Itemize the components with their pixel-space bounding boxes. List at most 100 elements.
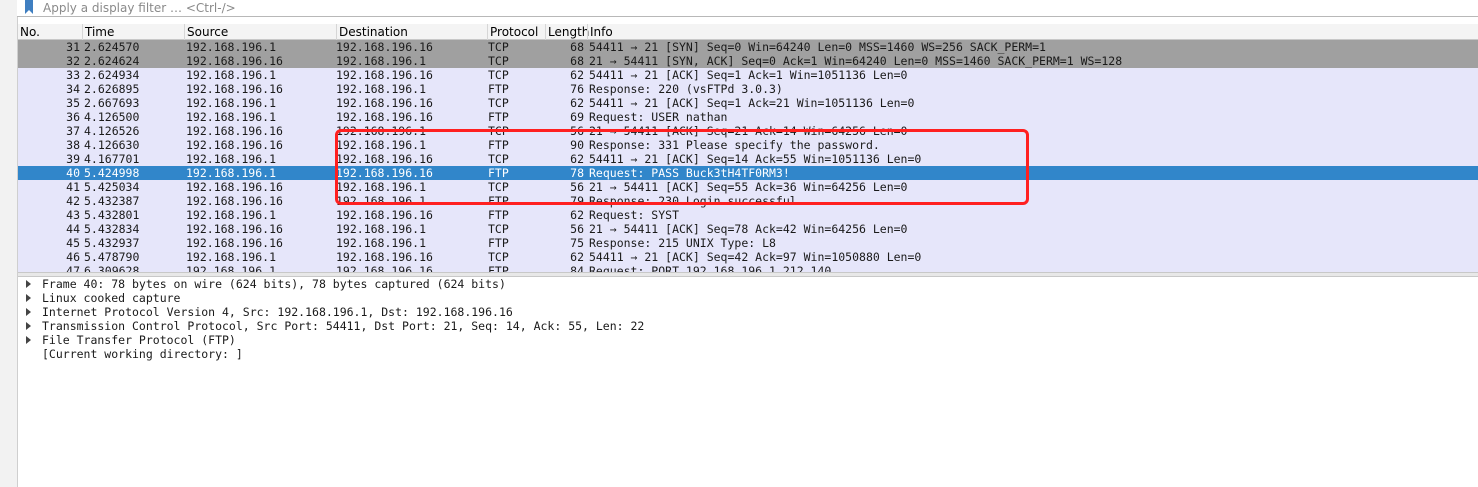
col-header-info[interactable]: Info <box>587 24 1478 40</box>
detail-tree-item[interactable]: File Transfer Protocol (FTP) <box>18 333 1478 347</box>
packet-no: 42 <box>66 194 80 208</box>
detail-text: File Transfer Protocol (FTP) <box>42 333 236 347</box>
filter-input[interactable] <box>43 0 1443 16</box>
detail-tree-item[interactable]: Linux cooked capture <box>18 291 1478 305</box>
col-header-source[interactable]: Source <box>184 24 336 40</box>
packet-info: 54411 → 21 [ACK] Seq=1 Ack=1 Win=1051136… <box>589 68 908 82</box>
packet-source: 192.168.196.16 <box>186 222 283 236</box>
packet-protocol: FTP <box>488 82 509 96</box>
packet-source: 192.168.196.16 <box>186 124 283 138</box>
detail-text: Internet Protocol Version 4, Src: 192.16… <box>42 305 513 319</box>
packet-no: 47 <box>66 264 80 272</box>
packet-row[interactable]: 36 4.126500 192.168.196.1 192.168.196.16 FTP… <box>18 110 1478 124</box>
packet-source: 192.168.196.16 <box>186 180 283 194</box>
packet-protocol: TCP <box>488 40 509 54</box>
packet-row[interactable]: 34 2.626895 192.168.196.16 192.168.196.1 FTP… <box>18 82 1478 96</box>
packet-protocol: TCP <box>488 96 509 110</box>
packet-time: 5.432387 <box>84 194 140 208</box>
packet-time: 5.478790 <box>84 250 140 264</box>
display-filter-bar <box>17 0 1478 17</box>
packet-row[interactable]: 43 5.432801 192.168.196.1 192.168.196.16 FTP… <box>18 208 1478 222</box>
annotation-highlight-box <box>335 129 1029 205</box>
packet-no: 33 <box>66 68 80 82</box>
packet-length: 84 <box>570 264 584 272</box>
packet-no: 37 <box>66 124 80 138</box>
packet-length: 76 <box>570 82 584 96</box>
packet-row[interactable]: 45 5.432937 192.168.196.16 192.168.196.1 FTP… <box>18 236 1478 250</box>
packet-time: 4.126526 <box>84 124 140 138</box>
packet-info: Request: PORT 192,168,196,1,212,140 <box>589 264 832 272</box>
packet-length: 69 <box>570 110 584 124</box>
packet-time: 2.667693 <box>84 96 140 110</box>
packet-info: Response: 215 UNIX Type: L8 <box>589 236 776 250</box>
packet-destination: 192.168.196.16 <box>336 250 433 264</box>
packet-row[interactable]: 47 6.309628 192.168.196.1 192.168.196.16 FTP… <box>18 264 1478 272</box>
packet-source: 192.168.196.1 <box>186 152 277 166</box>
detail-tree-item[interactable]: Internet Protocol Version 4, Src: 192.16… <box>18 305 1478 319</box>
packet-row[interactable]: 46 5.478790 192.168.196.1 192.168.196.16 TCP… <box>18 250 1478 264</box>
packet-info: 21 → 54411 [ACK] Seq=78 Ack=42 Win=64256… <box>589 222 908 236</box>
packet-info: Request: USER nathan <box>589 110 728 124</box>
packet-info: 21 → 54411 [SYN, ACK] Seq=0 Ack=1 Win=64… <box>589 54 1123 68</box>
col-header-length[interactable]: Length <box>545 24 589 40</box>
bookmark-icon[interactable] <box>25 0 33 14</box>
packet-source: 192.168.196.16 <box>186 236 283 250</box>
packet-row[interactable]: 35 2.667693 192.168.196.1 192.168.196.16 TCP… <box>18 96 1478 110</box>
expand-arrow-icon[interactable] <box>26 308 31 316</box>
expand-arrow-icon[interactable] <box>26 322 31 330</box>
packet-no: 41 <box>66 180 80 194</box>
packet-time: 5.432937 <box>84 236 140 250</box>
packet-time: 2.624570 <box>84 40 140 54</box>
packet-row[interactable]: 44 5.432834 192.168.196.16 192.168.196.1 TCP… <box>18 222 1478 236</box>
packet-source: 192.168.196.16 <box>186 194 283 208</box>
detail-text: Frame 40: 78 bytes on wire (624 bits), 7… <box>42 277 506 291</box>
packet-list-header: No. Time Source Destination Protocol Len… <box>18 24 1478 40</box>
packet-length: 62 <box>570 208 584 222</box>
packet-protocol: TCP <box>488 222 509 236</box>
packet-info: 54411 → 21 [SYN] Seq=0 Win=64240 Len=0 M… <box>589 40 1046 54</box>
packet-length: 62 <box>570 250 584 264</box>
packet-no: 43 <box>66 208 80 222</box>
detail-tree-item[interactable]: Transmission Control Protocol, Src Port:… <box>18 319 1478 333</box>
detail-text: [Current working directory: ] <box>42 347 243 361</box>
packet-source: 192.168.196.1 <box>186 166 277 180</box>
col-header-destination[interactable]: Destination <box>336 24 487 40</box>
packet-no: 39 <box>66 152 80 166</box>
packet-source: 192.168.196.16 <box>186 82 283 96</box>
packet-row[interactable]: 32 2.624624 192.168.196.16 192.168.196.1 TCP… <box>18 54 1478 68</box>
packet-time: 6.309628 <box>84 264 140 272</box>
packet-no: 32 <box>66 54 80 68</box>
packet-info: Response: 220 (vsFTPd 3.0.3) <box>589 82 783 96</box>
packet-source: 192.168.196.1 <box>186 264 277 272</box>
packet-time: 5.432834 <box>84 222 140 236</box>
packet-no: 36 <box>66 110 80 124</box>
packet-source: 192.168.196.1 <box>186 208 277 222</box>
packet-length: 68 <box>570 40 584 54</box>
packet-source: 192.168.196.1 <box>186 110 277 124</box>
packet-source: 192.168.196.1 <box>186 250 277 264</box>
packet-protocol: FTP <box>488 236 509 250</box>
packet-no: 38 <box>66 138 80 152</box>
packet-info: Request: SYST <box>589 208 680 222</box>
packet-destination: 192.168.196.1 <box>336 82 427 96</box>
packet-length: 75 <box>570 236 584 250</box>
packet-protocol: FTP <box>488 110 509 124</box>
packet-length: 56 <box>570 222 584 236</box>
packet-row[interactable]: 31 2.624570 192.168.196.1 192.168.196.16 TCP… <box>18 40 1478 54</box>
col-header-time[interactable]: Time <box>82 24 184 40</box>
packet-destination: 192.168.196.1 <box>336 222 427 236</box>
detail-tree-item[interactable]: [Current working directory: ] <box>18 347 1478 361</box>
col-header-protocol[interactable]: Protocol <box>487 24 545 40</box>
packet-time: 5.432801 <box>84 208 140 222</box>
detail-tree-item[interactable]: Frame 40: 78 bytes on wire (624 bits), 7… <box>18 277 1478 291</box>
packet-destination: 192.168.196.16 <box>336 208 433 222</box>
expand-arrow-icon[interactable] <box>26 336 31 344</box>
expand-arrow-icon[interactable] <box>26 294 31 302</box>
col-header-no[interactable]: No. <box>18 24 82 40</box>
packet-length: 62 <box>570 96 584 110</box>
packet-time: 5.424998 <box>84 166 140 180</box>
expand-arrow-icon[interactable] <box>26 280 31 288</box>
packet-protocol: FTP <box>488 208 509 222</box>
detail-text: Linux cooked capture <box>42 291 181 305</box>
packet-row[interactable]: 33 2.624934 192.168.196.1 192.168.196.16 TCP… <box>18 68 1478 82</box>
